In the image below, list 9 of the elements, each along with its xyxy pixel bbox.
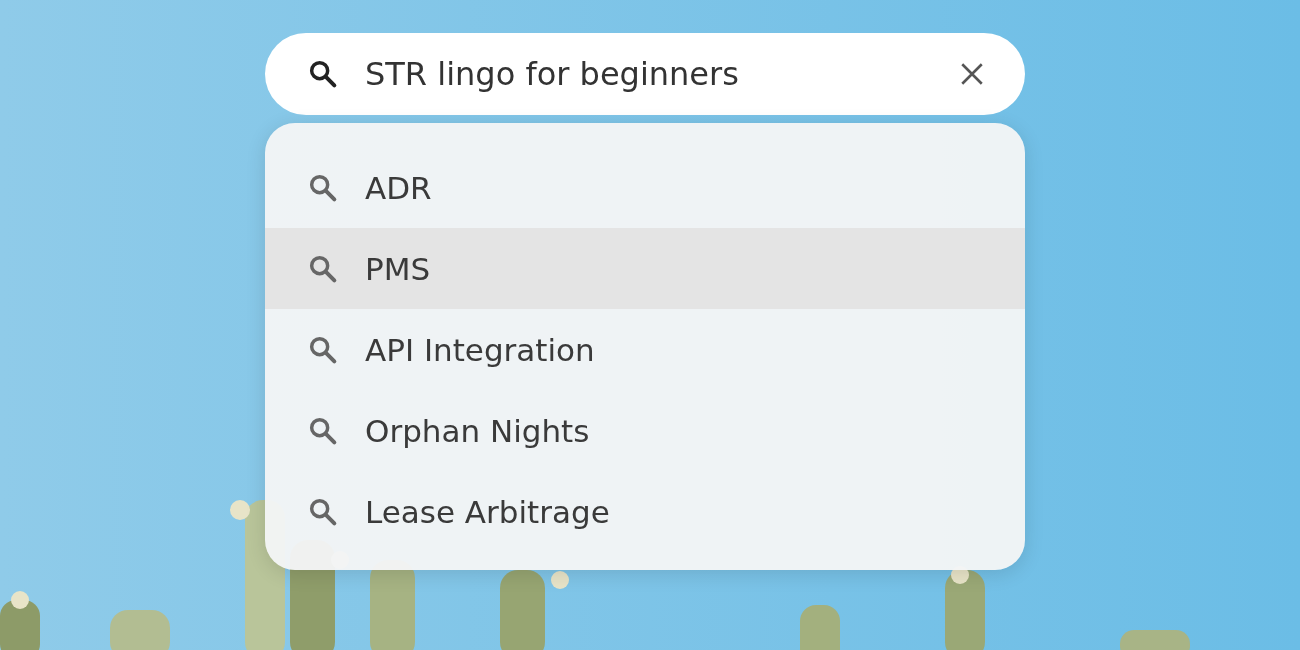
suggestion-item[interactable]: Orphan Nights	[265, 390, 1025, 471]
suggestion-item[interactable]: API Integration	[265, 309, 1025, 390]
close-icon[interactable]	[959, 61, 985, 87]
suggestion-item[interactable]: PMS	[265, 228, 1025, 309]
suggestion-item[interactable]: ADR	[265, 147, 1025, 228]
search-field[interactable]: STR lingo for beginners	[265, 33, 1025, 115]
search-input[interactable]: STR lingo for beginners	[365, 55, 933, 93]
search-icon	[307, 58, 339, 90]
suggestion-item[interactable]: Lease Arbitrage	[265, 471, 1025, 552]
